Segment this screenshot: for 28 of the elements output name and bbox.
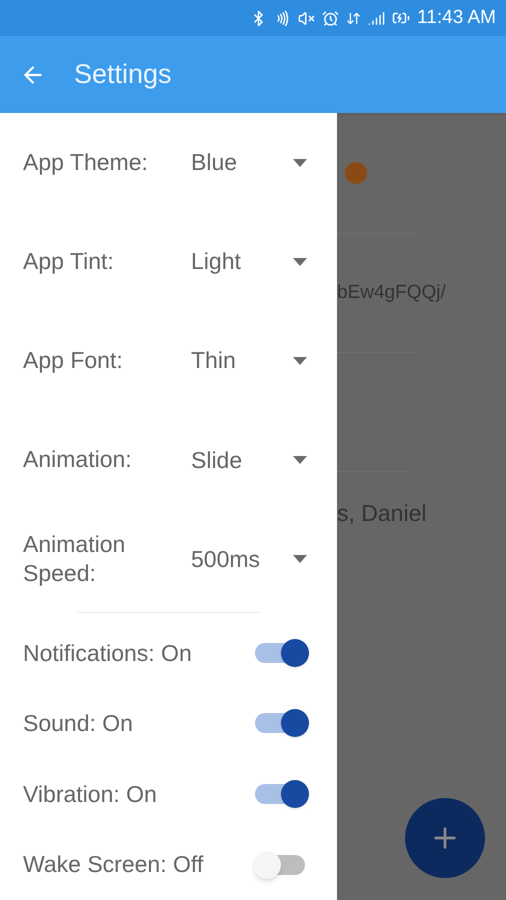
- signal-icon: [368, 10, 386, 26]
- caret-icon: [293, 258, 307, 266]
- dropdown[interactable]: Slide: [191, 442, 307, 478]
- setting-label: App Theme:: [23, 148, 149, 178]
- setting-label: App Tint:: [23, 247, 115, 276]
- setting-label: Sound: On: [23, 709, 133, 738]
- dropdown[interactable]: Light: [191, 244, 307, 279]
- alarm-icon: [322, 10, 340, 26]
- setting-label: Wake Screen: Off: [23, 850, 204, 880]
- setting-label: Animation Speed:: [23, 530, 126, 588]
- mute-icon: [298, 10, 316, 26]
- setting-label: Animation:: [23, 445, 133, 474]
- caret-icon: [293, 356, 307, 365]
- data-icon: [346, 10, 362, 26]
- dropdown[interactable]: Thin: [191, 343, 307, 378]
- caret-icon: [293, 158, 307, 167]
- dropdown[interactable]: 500ms: [191, 542, 307, 576]
- setting-label: Notifications: On: [23, 638, 192, 668]
- toggle-switch[interactable]: [255, 638, 309, 667]
- clock: 11:43 AM: [417, 6, 496, 30]
- dropdown[interactable]: Blue: [191, 145, 307, 180]
- caret-icon: [293, 456, 307, 464]
- setting-label: App Font:: [23, 346, 124, 376]
- caret-icon: [293, 554, 307, 563]
- toggle-switch[interactable]: [255, 709, 309, 738]
- setting-label: Vibration: On: [23, 780, 157, 809]
- app-bar-title: Settings: [74, 58, 172, 92]
- toggle-switch[interactable]: [255, 780, 309, 808]
